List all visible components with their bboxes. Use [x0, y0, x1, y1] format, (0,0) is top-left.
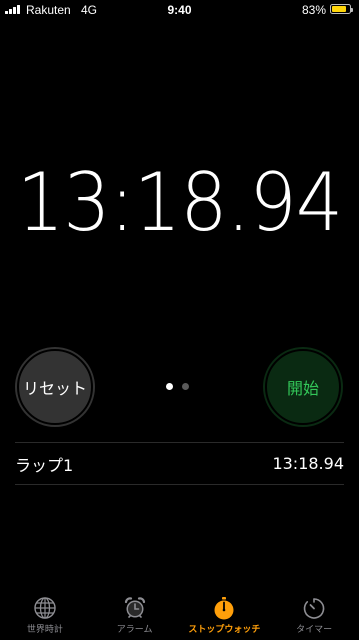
stopwatch-readout: 13:18.94	[16, 156, 343, 249]
tab-timer[interactable]: タイマー	[269, 592, 359, 640]
battery-fill	[332, 6, 347, 12]
tab-bar: 世界時計 アラーム ストップウォッチ タイマー	[0, 592, 359, 640]
tab-alarm[interactable]: アラーム	[90, 592, 180, 640]
lap-label: ラップ1	[15, 455, 74, 475]
reset-button-label: リセット	[22, 379, 87, 398]
stopwatch-icon	[214, 597, 234, 620]
start-button[interactable]: 開始	[263, 347, 343, 427]
tab-world-clock[interactable]: 世界時計	[0, 592, 90, 640]
start-button-label: 開始	[286, 379, 319, 398]
alarm-clock-icon	[124, 597, 145, 618]
timer-icon	[303, 598, 325, 619]
tab-stopwatch-label: ストップウォッチ	[188, 625, 261, 635]
tab-stopwatch[interactable]: ストップウォッチ	[180, 592, 270, 640]
battery-icon	[330, 4, 353, 14]
lap-divider-bottom	[15, 484, 344, 485]
lap-row: ラップ1 13:18.94	[15, 443, 344, 484]
reset-button[interactable]: リセット	[15, 347, 95, 427]
tab-world-clock-label: 世界時計	[26, 625, 63, 635]
globe-icon	[34, 597, 56, 619]
lap-time: 13:18.94	[272, 454, 344, 473]
tab-timer-label: タイマー	[296, 625, 333, 635]
page-dot	[182, 383, 189, 390]
battery-percent: 83%	[301, 3, 326, 17]
status-bar: Rakuten 4G 9:40 83%	[0, 0, 359, 20]
page-dot-active	[166, 383, 173, 390]
tab-alarm-label: アラーム	[116, 625, 153, 635]
page-indicator[interactable]	[166, 383, 189, 390]
